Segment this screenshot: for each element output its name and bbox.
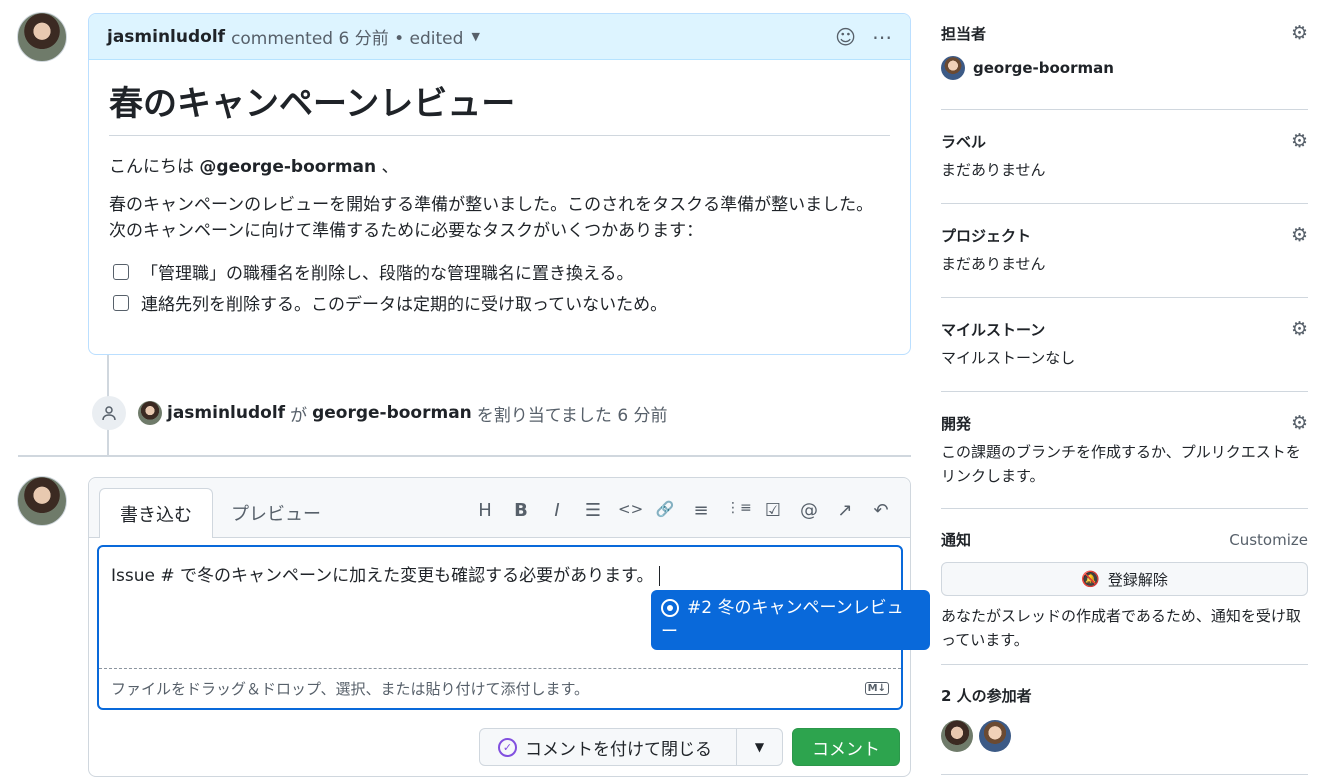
- person-icon: [92, 396, 126, 430]
- assignees-label: 担当者: [941, 24, 987, 43]
- gear-icon[interactable]: ⚙: [1291, 224, 1308, 246]
- issue-comment: jasminludolf commented 6 分前 • edited ▼ ☺…: [88, 13, 911, 355]
- assignees-section: 担当者 ⚙ george-boorman: [941, 22, 1308, 110]
- bold-icon[interactable]: B: [510, 500, 532, 521]
- mention-link[interactable]: @george-boorman: [199, 157, 376, 177]
- mention-icon[interactable]: @: [798, 500, 820, 521]
- current-user-avatar[interactable]: [17, 476, 67, 526]
- task-checkbox[interactable]: [113, 263, 129, 280]
- notifications-section: 通知 Customize 🔕 登録解除 あなたがスレッドの作成者であるため、通知を…: [941, 509, 1308, 665]
- comment-button[interactable]: コメント: [792, 728, 900, 766]
- notifications-reason: あなたがスレッドの作成者であるため、通知を受け取っています。: [941, 607, 1301, 649]
- comment-paragraph: 春のキャンペーンのレビューを開始する準備が整いました。このされをタスクる準備が整…: [109, 192, 890, 244]
- development-link[interactable]: この課題のブランチを作成するか、プルリクエストをリンクします。: [941, 440, 1308, 488]
- labels-label: ラベル: [941, 132, 987, 151]
- participants-section: 2 人の参加者: [941, 665, 1308, 775]
- numbered-list-icon[interactable]: ⋮≡: [726, 500, 752, 521]
- unsubscribe-button[interactable]: 🔕 登録解除: [941, 562, 1308, 596]
- timeline-divider: [18, 455, 911, 457]
- attach-dropzone[interactable]: ファイルをドラッグ＆ドロップ、選択、または貼り付けて添付します。 M↓: [99, 668, 901, 708]
- milestone-value: マイルストーンなし: [941, 349, 1076, 367]
- gear-icon[interactable]: ⚙: [1291, 22, 1308, 44]
- event-action: を割り当てました 6 分前: [476, 405, 668, 426]
- paragraph-line-1: 春のキャンペーンのレビューを開始する準備が整いました。このされをタスクる準備が整…: [109, 195, 874, 215]
- assignee-name[interactable]: george-boorman: [973, 56, 1114, 80]
- task-label: 「管理職」の職種名を削除し、段階的な管理職名に置き換える。: [141, 264, 634, 284]
- issue-sidebar: 担当者 ⚙ george-boorman ラベル ⚙ まだありません プロジェクト ⚙…: [941, 22, 1308, 775]
- gear-icon[interactable]: ⚙: [1291, 412, 1308, 434]
- kebab-menu-icon[interactable]: ⋯: [872, 25, 892, 49]
- issue-suggestion[interactable]: #2 冬のキャンペーンレビュ ー: [651, 590, 930, 650]
- comment-header: jasminludolf commented 6 分前 • edited ▼ ☺…: [89, 14, 910, 60]
- development-label: 開発: [941, 414, 972, 433]
- greeting-suffix: 、: [376, 157, 399, 177]
- attach-hint: ファイルをドラッグ＆ドロップ、選択、または貼り付けて添付します。: [111, 680, 590, 698]
- milestone-label: マイルストーン: [941, 320, 1046, 339]
- event-assignee[interactable]: george-boorman: [312, 403, 472, 423]
- author-avatar[interactable]: [17, 12, 67, 62]
- task-label: 連絡先列を削除する。このデータは定期的に受け取っていないため。: [141, 295, 668, 315]
- notifications-label: 通知: [941, 531, 972, 549]
- assignee-avatar[interactable]: [941, 56, 965, 80]
- tab-preview[interactable]: プレビュー: [211, 488, 341, 538]
- markdown-icon[interactable]: M↓: [864, 682, 889, 695]
- labels-value: まだありません: [941, 161, 1046, 179]
- bell-slash-icon: 🔕: [1081, 570, 1100, 588]
- comment-meta[interactable]: commented 6 分前 • edited: [231, 24, 463, 49]
- task-checkbox[interactable]: [113, 294, 129, 311]
- event-actor[interactable]: jasminludolf: [167, 403, 285, 423]
- issue-open-icon: [661, 599, 679, 617]
- reference-icon[interactable]: ↗: [834, 500, 856, 521]
- task-item: 「管理職」の職種名を削除し、段階的な管理職名に置き換える。: [109, 256, 890, 287]
- chevron-down-icon[interactable]: ▼: [471, 30, 479, 43]
- unsubscribe-label: 登録解除: [1107, 570, 1168, 589]
- heading-icon[interactable]: H: [474, 500, 496, 521]
- event-actor-avatar[interactable]: [138, 401, 162, 425]
- quote-icon[interactable]: ☰: [582, 500, 604, 521]
- participant-avatar[interactable]: [979, 720, 1011, 752]
- link-icon[interactable]: 🔗: [654, 500, 676, 521]
- comment-input-text: Issue # で冬のキャンペーンに加えた変更も確認する必要があります。: [111, 566, 654, 586]
- greeting-text: こんにちは: [109, 157, 200, 177]
- suggestion-line-1: #2 冬のキャンペーンレビュ: [687, 598, 904, 618]
- bullet-list-icon[interactable]: ≡: [690, 500, 712, 521]
- development-section: 開発 ⚙ この課題のブランチを作成するか、プルリクエストをリンクします。: [941, 392, 1308, 509]
- paragraph-line-2: 次のキャンペーンに向けて準備するために必要なタスクがいくつかあります：: [109, 221, 704, 241]
- gear-icon[interactable]: ⚙: [1291, 318, 1308, 340]
- markdown-toolbar: H B I ☰ <> 🔗 ≡ ⋮≡ ☑ @ ↗ ↶: [474, 500, 892, 521]
- assignment-event: jasminludolf が george-boorman を割り当てました 6…: [92, 396, 668, 430]
- projects-label: プロジェクト: [941, 226, 1032, 245]
- customize-link[interactable]: Customize: [1229, 531, 1308, 549]
- greeting: こんにちは @george-boorman 、: [109, 154, 890, 180]
- close-button-label: コメントを付けて閉じる: [525, 739, 712, 760]
- projects-value: まだありません: [941, 255, 1046, 273]
- projects-section: プロジェクト ⚙ まだありません: [941, 204, 1308, 298]
- comment-author[interactable]: jasminludolf: [107, 27, 225, 47]
- task-item: 連絡先列を削除する。このデータは定期的に受け取っていないため。: [109, 287, 890, 318]
- issue-title: 春のキャンペーンレビュー: [109, 76, 890, 136]
- gear-icon[interactable]: ⚙: [1291, 130, 1308, 152]
- tab-write[interactable]: 書き込む: [99, 488, 213, 538]
- dropdown-caret-icon[interactable]: ▼: [737, 740, 782, 754]
- milestone-section: マイルストーン ⚙ マイルストーンなし: [941, 298, 1308, 392]
- participants-label: 2 人の参加者: [941, 687, 1032, 705]
- undo-icon[interactable]: ↶: [870, 500, 892, 521]
- close-with-comment-button[interactable]: ✓ コメントを付けて閉じる ▼: [479, 728, 783, 766]
- participant-avatar[interactable]: [941, 720, 973, 752]
- text-caret: [659, 566, 661, 586]
- code-icon[interactable]: <>: [618, 500, 643, 521]
- event-particle: が: [290, 405, 308, 426]
- check-circle-icon: ✓: [498, 737, 517, 757]
- suggestion-line-2: ー: [661, 622, 678, 642]
- task-list-icon[interactable]: ☑: [762, 500, 784, 521]
- smiley-icon[interactable]: ☺: [835, 25, 856, 49]
- labels-section: ラベル ⚙ まだありません: [941, 110, 1308, 204]
- italic-icon[interactable]: I: [546, 500, 568, 521]
